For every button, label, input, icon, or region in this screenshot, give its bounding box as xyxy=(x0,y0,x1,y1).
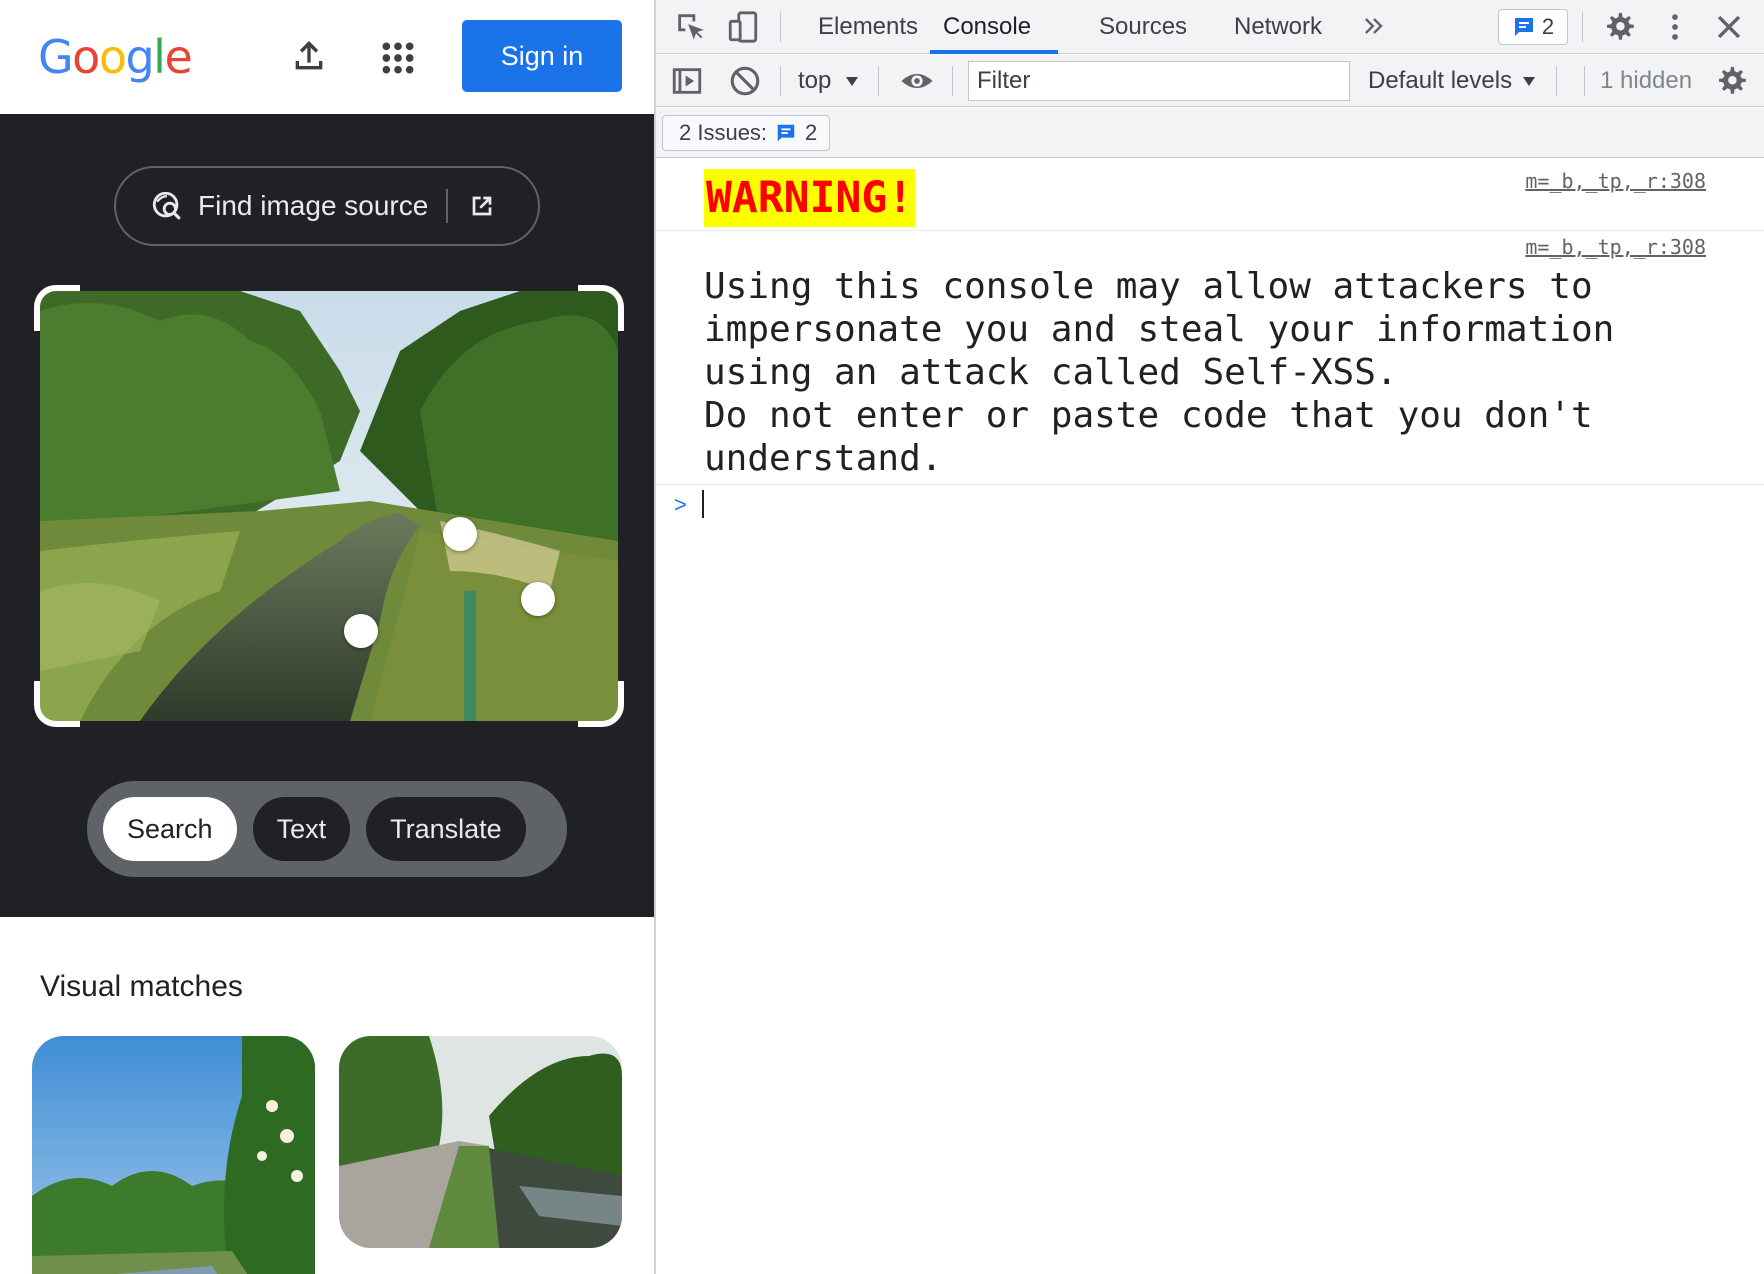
issues-counter-badge[interactable]: 2 xyxy=(1498,9,1568,45)
object-dot[interactable] xyxy=(521,582,555,616)
tab-network[interactable]: Network xyxy=(1234,0,1322,54)
dropdown-arrow-icon xyxy=(1523,77,1536,86)
visual-match-result[interactable] xyxy=(339,1036,622,1248)
console-settings-gear-icon[interactable] xyxy=(1714,64,1748,98)
canal-photo xyxy=(40,291,618,721)
google-logo[interactable]: Google xyxy=(38,30,193,84)
console-prompt-chevron-icon: > xyxy=(674,492,687,517)
issues-button[interactable]: 2 Issues: 2 xyxy=(662,115,831,151)
visual-match-result[interactable] xyxy=(32,1036,315,1274)
self-xss-warning-text: Using this console may allow attackers t… xyxy=(704,266,1615,479)
log-levels-value: Default levels xyxy=(1368,67,1513,94)
message-icon xyxy=(1514,18,1533,36)
logo-letter: e xyxy=(164,30,192,84)
console-message: WARNING! m=_b,_tp,_r:308 xyxy=(656,159,1764,231)
logo-letter: G xyxy=(38,30,74,84)
issues-count: 2 xyxy=(1541,14,1555,39)
divider xyxy=(1556,66,1557,96)
tab-elements[interactable]: Elements xyxy=(818,0,918,54)
apps-grid-icon[interactable] xyxy=(378,38,418,78)
divider xyxy=(952,66,953,96)
mode-translate[interactable]: Translate xyxy=(366,797,526,861)
match-image xyxy=(339,1036,622,1248)
match-image xyxy=(32,1036,315,1274)
context-value: top xyxy=(798,67,832,94)
find-image-source-button[interactable]: Find image source xyxy=(114,166,540,246)
logo-letter: o xyxy=(98,30,127,84)
lens-header: Google Sign in xyxy=(0,0,654,114)
crop-corner-bottom-right[interactable] xyxy=(578,681,624,727)
divider xyxy=(446,189,449,223)
dropdown-arrow-icon xyxy=(846,77,859,86)
log-levels-dropdown[interactable]: Default levels xyxy=(1368,55,1536,107)
object-dot[interactable] xyxy=(443,517,477,551)
inspect-element-icon[interactable] xyxy=(674,10,708,44)
gear-icon[interactable] xyxy=(1602,10,1636,44)
source-link[interactable]: m=_b,_tp,_r:308 xyxy=(1525,169,1706,193)
selected-image[interactable] xyxy=(34,285,624,727)
clear-console-icon[interactable] xyxy=(728,64,762,98)
object-dot[interactable] xyxy=(344,614,378,648)
upload-icon[interactable] xyxy=(289,36,329,76)
devtools-panel: Elements Console Sources Network 2 top F… xyxy=(656,0,1764,1274)
double-chevron-icon[interactable] xyxy=(1360,12,1388,40)
lens-image-panel: Find image source Search Text Translate xyxy=(0,114,654,917)
sign-in-button[interactable]: Sign in xyxy=(462,20,622,92)
crop-corner-bottom-left[interactable] xyxy=(34,681,80,727)
active-tab-indicator xyxy=(930,50,1058,54)
device-toolbar-icon[interactable] xyxy=(726,10,760,44)
divider xyxy=(1582,12,1583,42)
sidebar-toggle-icon[interactable] xyxy=(670,64,704,98)
issues-bar: 2 Issues: 2 xyxy=(656,108,1764,158)
hidden-messages-count: 1 hidden xyxy=(1600,67,1693,94)
open-in-new-icon[interactable] xyxy=(466,190,498,222)
close-icon[interactable] xyxy=(1712,10,1746,44)
console-toolbar: top Default levels 1 hidden xyxy=(656,55,1764,107)
lens-mode-switch: Search Text Translate xyxy=(87,781,567,877)
divider xyxy=(1584,66,1585,96)
divider xyxy=(780,66,781,96)
more-options-icon[interactable] xyxy=(1658,10,1692,44)
divider xyxy=(780,12,781,42)
issues-label: 2 Issues: xyxy=(679,120,768,145)
context-selector[interactable]: top xyxy=(798,55,859,107)
lens-search-icon xyxy=(152,191,181,220)
console-input[interactable] xyxy=(702,490,704,518)
live-expression-eye-icon[interactable] xyxy=(900,64,934,98)
tab-console[interactable]: Console xyxy=(943,0,1031,54)
divider xyxy=(878,66,879,96)
crop-corner-top-left[interactable] xyxy=(34,285,80,331)
console-messages: WARNING! m=_b,_tp,_r:308 m=_b,_tp,_r:308… xyxy=(656,159,1764,485)
console-filter-input[interactable] xyxy=(968,61,1350,101)
mode-search[interactable]: Search xyxy=(103,797,237,861)
logo-letter: l xyxy=(153,30,166,84)
tab-sources[interactable]: Sources xyxy=(1099,0,1187,54)
crop-corner-top-right[interactable] xyxy=(578,285,624,331)
mode-text[interactable]: Text xyxy=(252,797,351,861)
devtools-tab-bar: Elements Console Sources Network 2 xyxy=(656,0,1764,54)
message-icon xyxy=(777,124,795,142)
source-link[interactable]: m=_b,_tp,_r:308 xyxy=(1525,235,1706,259)
console-message: m=_b,_tp,_r:308 Using this console may a… xyxy=(656,231,1764,485)
find-image-source-label: Find image source xyxy=(198,190,429,221)
logo-letter: o xyxy=(72,30,100,84)
lens-page: Google Sign in Find image source Search … xyxy=(0,0,654,1274)
logo-letter: g xyxy=(125,30,154,84)
warning-text: WARNING! xyxy=(704,169,916,227)
visual-matches-heading: Visual matches xyxy=(40,970,243,1003)
issues-bar-count: 2 xyxy=(805,120,818,145)
